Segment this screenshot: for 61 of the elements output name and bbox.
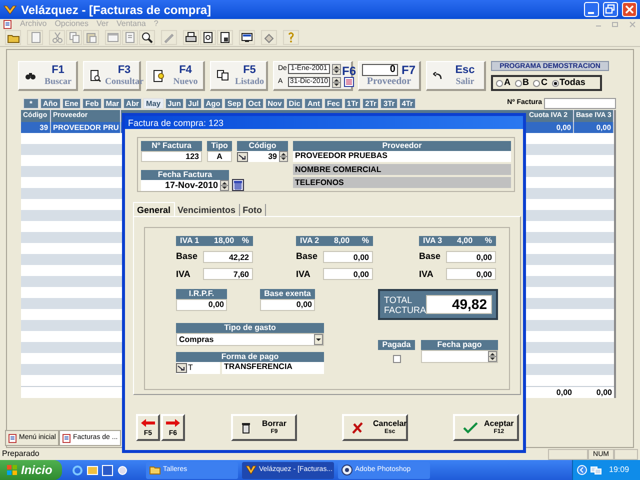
field-label: Base — [176, 250, 199, 263]
field-label: TOTAL FACTURA — [384, 294, 424, 314]
field-label: Fecha Factura — [141, 170, 229, 180]
vat-header: IVA 1 18,00 % — [176, 236, 253, 246]
vat-header: IVA 2 8,00 % — [296, 236, 373, 246]
field-label: Tipo — [207, 141, 232, 151]
tab[interactable]: General — [133, 202, 175, 216]
field-label: Base — [296, 250, 319, 263]
input-field[interactable]: 0,00 — [446, 268, 496, 280]
field-label: Tipo de gasto — [176, 323, 324, 333]
input-field[interactable]: PROVEEDOR PRUEBAS — [293, 151, 511, 162]
field-label: IVA — [296, 268, 312, 280]
field-label: Código — [237, 141, 288, 151]
input-field[interactable]: 0,00 — [323, 268, 373, 280]
input-field[interactable]: 49,82 — [426, 295, 492, 314]
total-cell-text: 0,00 — [555, 387, 573, 398]
input-field[interactable]: 39 — [237, 151, 288, 162]
input-field[interactable]: 0,00 — [323, 250, 373, 263]
input-field[interactable]: 0,00 — [260, 299, 315, 311]
input-field[interactable]: 0 — [362, 64, 398, 76]
tab[interactable]: Vencimientos — [174, 204, 240, 216]
input-field[interactable]: 0,00 — [446, 250, 496, 263]
input-field[interactable]: TRANSFERENCIA — [222, 362, 324, 374]
vat-header: IVA 3 4,00 % — [419, 236, 496, 246]
dropdown[interactable]: Compras — [176, 333, 324, 346]
input-field[interactable]: 7,60 — [203, 268, 253, 280]
date-field[interactable]: 17-Nov-2010 — [141, 180, 229, 191]
input-field[interactable]: TELEFONOS — [293, 177, 511, 188]
field-label: Pagada — [378, 340, 415, 350]
input-field[interactable]: 42,22 — [203, 250, 253, 263]
input-field[interactable]: 123 — [141, 151, 202, 162]
action-button[interactable]: F1 Buscar — [18, 61, 78, 91]
tab[interactable]: Foto — [240, 204, 266, 216]
action-button[interactable]: F4 Nuevo — [146, 61, 205, 91]
field-label: IVA — [419, 268, 434, 280]
field-label: Proveedor — [366, 76, 412, 87]
action-button[interactable]: Esc Salir — [426, 61, 486, 91]
window-title: Velázquez - [Facturas de compra] — [21, 2, 212, 18]
field-label: Base — [419, 250, 442, 263]
field-label: IVA — [176, 268, 192, 280]
field-label: Proveedor — [293, 141, 511, 151]
radio-option[interactable]: B — [514, 76, 529, 90]
radio-option[interactable]: Todas — [552, 76, 586, 90]
dialog-title: Factura de compra: 123 — [128, 116, 224, 128]
input-field[interactable]: A — [207, 151, 232, 162]
field-label: Nº Factura — [141, 141, 202, 151]
status-text: Preparado — [2, 448, 40, 460]
field-label: I.R.P.F. — [176, 289, 227, 299]
total-cell-text: 0,00 — [595, 387, 613, 398]
action-button[interactable]: F5 Listado — [210, 61, 268, 91]
input-field[interactable]: 0,00 — [176, 299, 227, 311]
clock: 19:09 — [609, 464, 630, 476]
shortcut-label: F6 — [342, 64, 356, 76]
radio-option[interactable]: A — [496, 76, 510, 90]
input-field[interactable]: NOMBRE COMERCIAL — [293, 164, 511, 175]
field-label: Forma de pago — [176, 352, 324, 362]
field-label: Fecha pago — [421, 340, 498, 350]
radio-option[interactable]: C — [533, 76, 548, 90]
field-label: Base exenta — [260, 289, 315, 299]
input-field[interactable]: T — [176, 362, 220, 374]
shortcut-label: F7 — [401, 64, 416, 76]
